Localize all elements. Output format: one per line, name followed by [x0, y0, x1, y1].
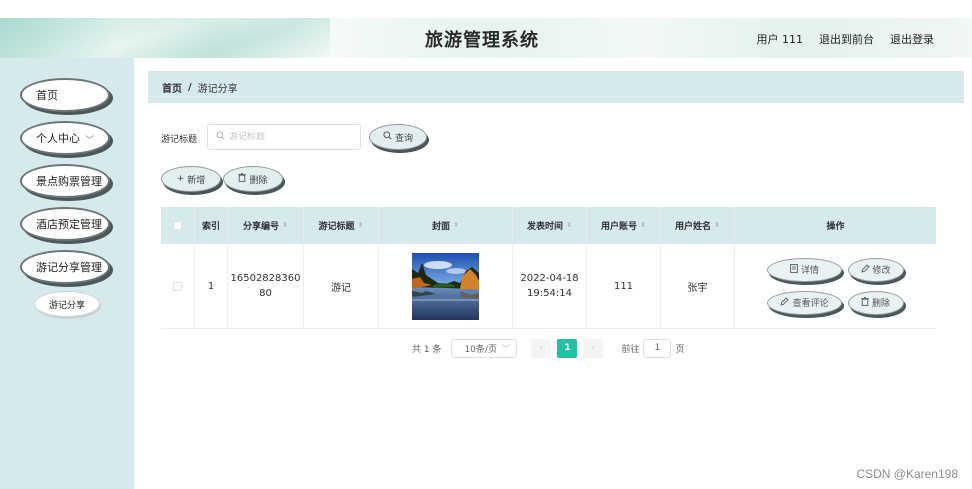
breadcrumb: 首页 / 游记分享 [148, 71, 964, 103]
add-button[interactable]: + 新增 [161, 166, 221, 192]
search-icon [216, 131, 225, 143]
table-header: 索引 分享编号 ⬍ 游记标题 ⬍ 封面 ⬍ 发表时间 ⬍ 用户账号 ⬍ 用户姓名 ⬍ 操作 [161, 207, 936, 244]
cell-share-no: 16502828360 80 [228, 244, 304, 328]
trash-icon [861, 296, 869, 309]
top-header: 旅游管理系统 用户 111 退出到前台 退出登录 [0, 18, 972, 58]
sidebar-item-label: 游记分享管理 [36, 261, 102, 274]
view-comments-button[interactable]: 查看评论 [767, 290, 842, 315]
goto-label: 前往 [621, 344, 640, 355]
sort-icon[interactable]: ⬍ [282, 222, 288, 229]
pencil-icon [860, 263, 870, 276]
cell-name: 张宇 [661, 244, 735, 328]
sort-icon[interactable]: ⬍ [566, 222, 572, 229]
sidebar-item-home[interactable]: 首页 [20, 78, 110, 112]
row-select-cell [161, 244, 195, 328]
chevron-down-icon: ﹀ [84, 136, 94, 146]
search-box[interactable] [207, 124, 361, 150]
column-header-share-no[interactable]: 分享编号 ⬍ [228, 207, 304, 244]
plus-icon: + [176, 174, 185, 184]
page-unit-label: 页 [675, 344, 685, 355]
sidebar: 首页 个人中心 ﹀ 景点购票管理 酒店预定管理 游记分享管理 游记分享 [0, 58, 134, 489]
detail-button[interactable]: 详情 [767, 257, 842, 282]
sidebar-item-ticket-management[interactable]: 景点购票管理 [20, 164, 110, 198]
page-size-value: 10条/页 [464, 344, 497, 355]
back-to-front-link[interactable]: 退出到前台 [819, 31, 874, 47]
cell-publish-time: 2022-04-18 19:54:14 [513, 244, 587, 328]
query-button-label: 查询 [394, 133, 413, 144]
pagination: 共 1 条 10条/页 ﹀ ‹ 1 › 前往 页 [412, 338, 684, 358]
sort-icon[interactable]: ⬍ [640, 222, 646, 229]
prev-page-button[interactable]: ‹ [531, 338, 552, 358]
column-header-name[interactable]: 用户姓名 ⬍ [661, 207, 735, 244]
delete-button[interactable]: 删除 [223, 166, 283, 192]
cell-account: 111 [587, 244, 661, 328]
breadcrumb-home[interactable]: 首页 [162, 80, 182, 95]
goto-page-input[interactable] [643, 338, 672, 358]
sidebar-item-personal-center[interactable]: 个人中心 ﹀ [20, 121, 110, 155]
column-header-account[interactable]: 用户账号 ⬍ [587, 207, 661, 244]
sidebar-item-label: 个人中心 [36, 132, 80, 145]
pagination-total: 共 1 条 [412, 344, 442, 355]
row-actions: 详情 修改 查看评论 删除 [767, 257, 904, 315]
view-comments-button-label: 查看评论 [792, 299, 829, 309]
document-icon [790, 263, 798, 276]
sidebar-item-travelogue-management[interactable]: 游记分享管理 [20, 250, 110, 284]
chevron-right-icon: › [591, 343, 596, 353]
page-number-1[interactable]: 1 [557, 338, 578, 358]
sort-icon[interactable]: ⬍ [453, 222, 459, 229]
sort-icon[interactable]: ⬍ [358, 222, 364, 229]
sidebar-item-hotel-management[interactable]: 酒店预定管理 [20, 207, 110, 241]
edit-button[interactable]: 修改 [847, 257, 904, 282]
search-input[interactable] [229, 132, 349, 142]
cell-index: 1 [195, 244, 228, 328]
sidebar-subitem-label: 游记分享 [48, 300, 85, 311]
row-delete-button[interactable]: 删除 [847, 290, 904, 315]
sidebar-item-label: 首页 [36, 89, 58, 102]
travelogue-table: 索引 分享编号 ⬍ 游记标题 ⬍ 封面 ⬍ 发表时间 ⬍ 用户账号 ⬍ 用户姓名 ⬍ 操作 … [161, 207, 936, 329]
sidebar-item-label: 景点购票管理 [36, 175, 102, 188]
page-size-select[interactable]: 10条/页 ﹀ [451, 338, 518, 358]
logout-link[interactable]: 退出登录 [890, 31, 934, 47]
sidebar-item-label: 酒店预定管理 [36, 218, 102, 231]
chevron-left-icon: ‹ [539, 343, 544, 353]
breadcrumb-separator: / [188, 81, 192, 93]
sort-icon[interactable]: ⬍ [714, 222, 720, 229]
row-checkbox[interactable] [173, 281, 182, 291]
cell-actions: 详情 修改 查看评论 删除 [735, 244, 936, 328]
query-button[interactable]: 查询 [369, 124, 427, 150]
delete-button-label: 删除 [249, 175, 268, 186]
row-delete-button-label: 删除 [872, 299, 891, 309]
column-header-cover[interactable]: 封面 ⬍ [379, 207, 513, 244]
next-page-button[interactable]: › [583, 338, 604, 358]
add-button-label: 新增 [187, 175, 206, 186]
trash-icon [238, 172, 247, 185]
sidebar-subitem-travelogue-share[interactable]: 游记分享 [34, 291, 100, 317]
watermark: CSDN @Karen198 [856, 467, 958, 481]
chevron-down-icon: ﹀ [501, 344, 511, 355]
column-header-index: 索引 [195, 207, 228, 244]
column-header-time[interactable]: 发表时间 ⬍ [513, 207, 587, 244]
cell-cover [379, 244, 513, 328]
column-header-title[interactable]: 游记标题 ⬍ [304, 207, 379, 244]
search-icon [383, 131, 392, 143]
header-actions: 用户 111 退出到前台 退出登录 [757, 31, 935, 47]
edit-button-label: 修改 [872, 266, 891, 276]
breadcrumb-current: 游记分享 [197, 83, 238, 95]
column-header-actions: 操作 [826, 222, 845, 232]
pencil-icon [780, 296, 790, 309]
header-select-cell [161, 207, 195, 244]
search-label: 游记标题 [161, 135, 198, 145]
detail-button-label: 详情 [800, 266, 819, 276]
cell-title: 游记 [304, 244, 379, 328]
cover-image[interactable] [412, 252, 479, 320]
table-row: 1 16502828360 80 游记 2022-04-18 19:54:14 … [161, 244, 936, 329]
select-all-checkbox[interactable] [173, 221, 182, 230]
current-user-label: 用户 111 [756, 33, 804, 46]
